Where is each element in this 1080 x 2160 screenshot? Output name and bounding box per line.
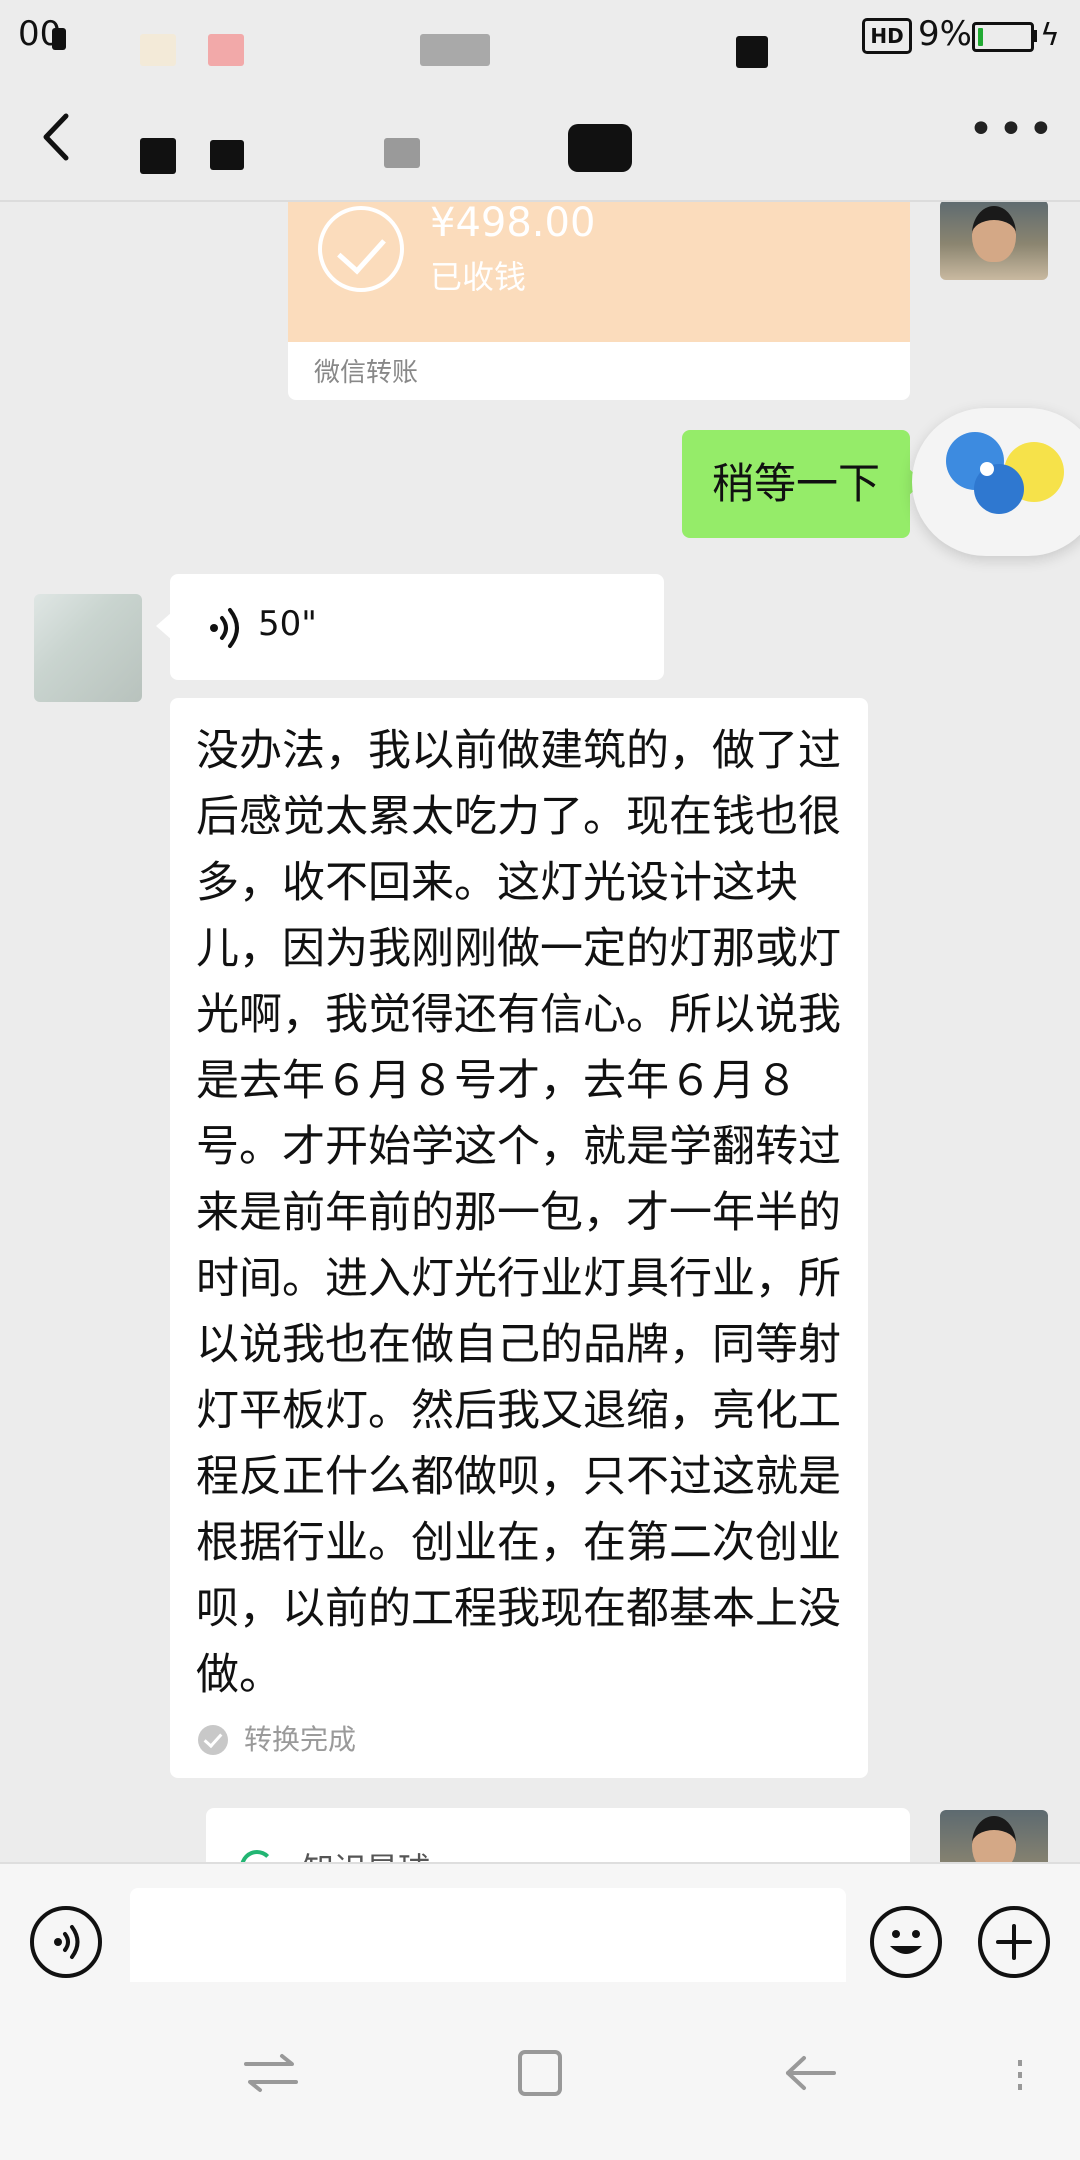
link-card-title: 知识星球 [302,1844,430,1862]
converted-text: 没办法，我以前做建筑的，做了过后感觉太累太吃力了。现在钱也很多，收不回来。这灯光… [196,726,841,1700]
chat-title-redacted [384,138,420,168]
plus-icon [996,1924,1032,1960]
emoji-button[interactable] [870,1906,942,1978]
back-button[interactable] [30,102,90,172]
hd-badge: HD [862,18,912,54]
status-icon-blurred [736,36,768,68]
chat-title-redacted [568,124,632,172]
logo-dot [980,462,994,476]
emoji-icon [890,1930,922,1954]
chat-header: ••• [0,76,1080,202]
status-bar: 00 HD 9% ϟ [0,0,1080,76]
my-avatar[interactable] [940,202,1048,280]
avatar-face [972,206,1016,262]
message-list[interactable]: ¥498.00 已收钱 微信转账 稍等一下 50" 没办法，我以前做建筑的，做了… [0,202,1080,1862]
transfer-header: ¥498.00 已收钱 [288,202,910,342]
back-nav-icon[interactable] [776,2038,846,2108]
status-icon-blurred [208,34,244,66]
recent-apps-icon[interactable] [236,2038,306,2108]
transfer-message[interactable]: ¥498.00 已收钱 微信转账 [288,202,910,400]
voice-to-text-bubble[interactable]: 没办法，我以前做建筑的，做了过后感觉太累太吃力了。现在钱也很多，收不回来。这灯光… [170,698,868,1778]
voice-duration: 50" [258,604,317,644]
my-avatar[interactable] [940,1810,1048,1862]
message-input[interactable] [130,1888,846,1994]
voice-icon [54,1925,80,1959]
more-functions-button[interactable] [978,1906,1050,1978]
conversion-status: 转换完成 [198,1718,356,1758]
transfer-footer: 微信转账 [314,358,419,388]
charging-icon: ϟ [1040,18,1060,53]
battery-percent: 9% [918,14,972,54]
menu-dots-icon[interactable] [1000,2038,1040,2108]
planet-icon [240,1850,274,1862]
chat-title-redacted [210,140,244,170]
check-circle-icon [318,206,404,292]
chevron-left-icon [43,113,69,161]
check-mark [337,224,386,275]
check-circle-icon [198,1725,228,1755]
link-card-message[interactable]: 知识星球 [206,1808,910,1862]
sent-message-bubble[interactable]: 稍等一下 [682,430,924,538]
voice-message[interactable]: 50" [156,574,664,680]
battery-tip [1032,30,1037,42]
transfer-amount: ¥498.00 [430,202,596,246]
status-icon-blurred [420,34,490,66]
home-icon[interactable] [506,2038,576,2108]
system-navigation-bar [0,1982,1080,2160]
transfer-status: 已收钱 [430,258,527,296]
floating-app-ball[interactable] [912,408,1080,556]
input-bar [0,1862,1080,1994]
voice-wave-icon [210,608,239,648]
contact-avatar[interactable] [34,594,142,702]
avatar-face [972,1816,1016,1862]
battery-level [978,28,983,46]
conversion-status-label: 转换完成 [244,1723,357,1756]
voice-input-button[interactable] [30,1906,102,1978]
status-icon-blurred [140,34,176,66]
more-button[interactable]: ••• [968,108,1054,170]
battery-icon [972,22,1034,52]
status-icon-blurred [52,28,66,50]
chat-title-redacted [140,138,176,174]
